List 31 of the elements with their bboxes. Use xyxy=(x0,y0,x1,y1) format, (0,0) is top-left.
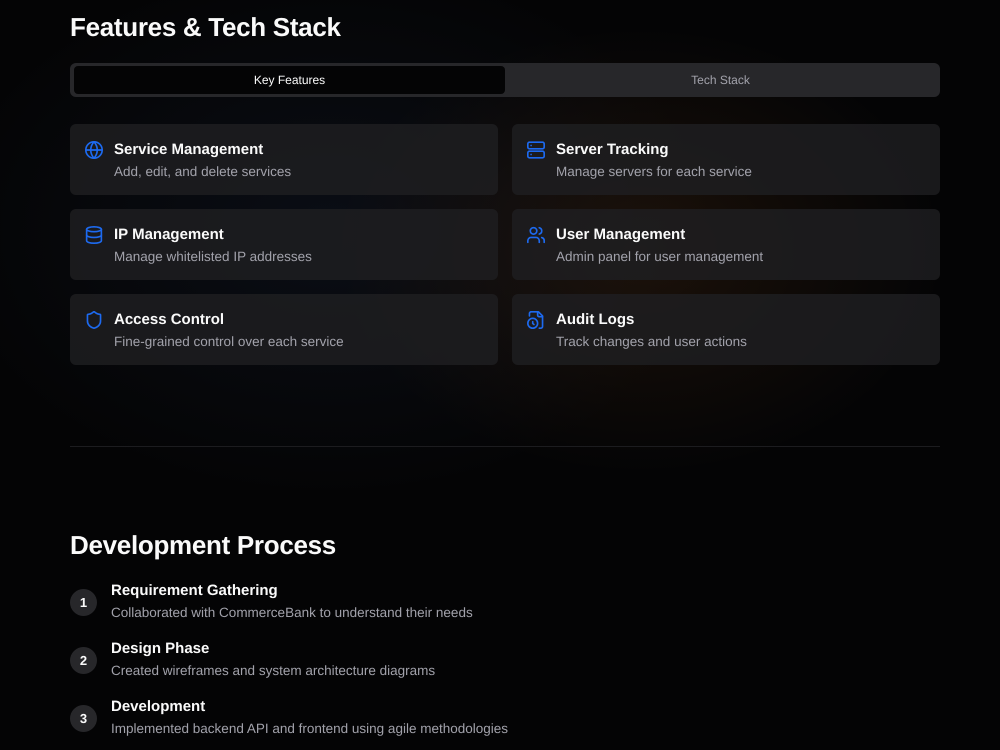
feature-description: Manage servers for each service xyxy=(556,163,752,181)
globe-icon xyxy=(85,141,103,159)
section-heading: Development Process xyxy=(70,529,337,561)
step-description: Collaborated with CommerceBank to understand their needs xyxy=(111,604,473,622)
tab[interactable]: Tech Stack xyxy=(505,66,936,94)
step-number: 3 xyxy=(70,704,97,732)
feature-title: User Management xyxy=(556,226,686,244)
step-title: Requirement Gathering xyxy=(111,581,279,601)
users-icon xyxy=(527,226,545,244)
step-number: 1 xyxy=(70,588,97,616)
database-icon xyxy=(85,226,103,244)
feature-description: Add, edit, and delete services xyxy=(114,163,292,181)
shield-icon xyxy=(85,311,103,329)
tab[interactable]: Key Features xyxy=(74,66,505,94)
feature-title: Access Control xyxy=(114,311,226,329)
file-clock-icon xyxy=(527,311,545,329)
step-title: Development xyxy=(111,697,206,717)
feature-description: Admin panel for user management xyxy=(556,248,764,266)
step-description: Implemented backend API and frontend using agile methodologies xyxy=(111,720,508,738)
feature-title: Audit Logs xyxy=(556,311,636,329)
step-description: Created wireframes and system architecture diagrams xyxy=(111,662,436,680)
feature-title: Service Management xyxy=(114,141,264,159)
step-title: Design Phase xyxy=(111,639,210,659)
feature-description: Fine-grained control over each service xyxy=(114,333,344,351)
section-heading: Features & Tech Stack xyxy=(70,11,342,43)
feature-description: Manage whitelisted IP addresses xyxy=(114,248,312,266)
feature-description: Track changes and user actions xyxy=(556,333,747,351)
step-number: 2 xyxy=(70,646,97,674)
server-icon xyxy=(527,141,545,159)
feature-title: IP Management xyxy=(114,226,225,244)
feature-title: Server Tracking xyxy=(556,141,670,159)
